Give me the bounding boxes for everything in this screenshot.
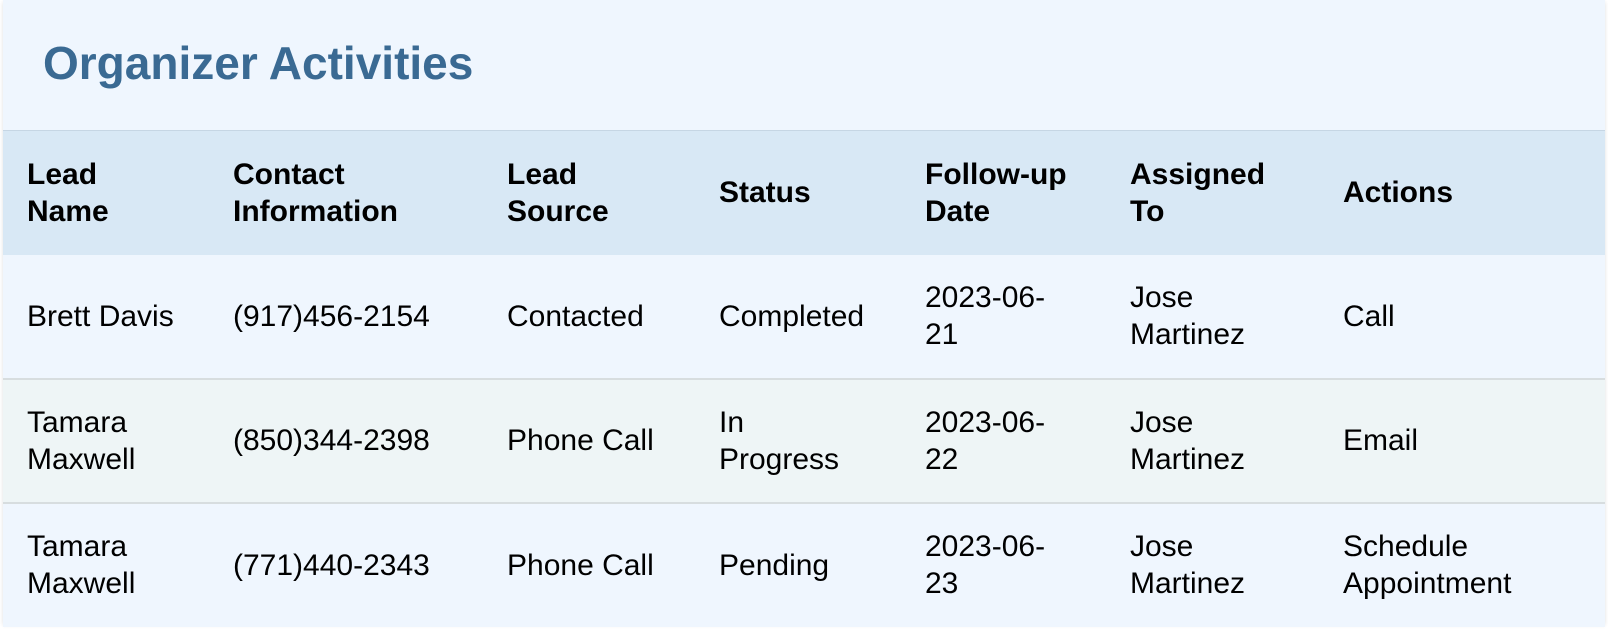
cell-status: Pending — [719, 548, 830, 582]
header-lead-source: Lead Source — [507, 157, 609, 228]
header-actions: Actions — [1343, 176, 1454, 210]
cell-lead-name: Tamara Maxwell — [27, 405, 136, 476]
page-title: Organizer Activities — [43, 37, 474, 89]
header-contact-information: Contact Information — [233, 157, 398, 228]
cell-lead-name: Tamara Maxwell — [27, 530, 136, 600]
cell-action: Schedule Appointment — [1343, 530, 1512, 600]
cell-status: In Progress — [719, 405, 840, 476]
cell-contact: (771)440-2343 — [233, 548, 430, 582]
table-row: Brett Davis (917)456-2154 Contacted Comp… — [3, 254, 1605, 379]
cell-follow-up-date: 2023-06- 22 — [925, 405, 1046, 476]
cell-lead-name: Brett Davis — [27, 299, 174, 333]
header-status: Status — [719, 176, 811, 210]
header-assigned-to: Assigned To — [1130, 157, 1266, 228]
cell-lead-source: Contacted — [507, 299, 644, 333]
cell-follow-up-date: 2023-06- 23 — [925, 530, 1046, 600]
cell-assigned-to: Jose Martinez — [1130, 530, 1246, 600]
activities-table: Lead Name Contact Information Lead Source S… — [3, 130, 1605, 627]
activities-panel: Organizer Activities Lead Name Contact Inf… — [3, 0, 1605, 627]
cell-contact: (850)344-2398 — [233, 424, 430, 457]
cell-contact: (917)456-2154 — [233, 299, 430, 333]
header-lead-name: Lead Name — [27, 157, 109, 228]
cell-lead-source: Phone Call — [507, 424, 654, 457]
cell-status: Completed — [719, 299, 865, 333]
header-follow-up-date: Follow-up Date — [925, 157, 1067, 228]
cell-action: Call — [1343, 299, 1395, 333]
cell-assigned-to: Jose Martinez — [1130, 281, 1246, 351]
table-row: Tamara Maxwell (771)440-2343 Phone Call P… — [3, 502, 1605, 627]
cell-assigned-to: Jose Martinez — [1130, 405, 1246, 476]
table-header-row: Lead Name Contact Information Lead Source S… — [3, 130, 1605, 255]
cell-lead-source: Phone Call — [507, 548, 654, 582]
table-row: Tamara Maxwell (850)344-2398 Phone Call I… — [3, 378, 1605, 503]
cell-action: Email — [1343, 424, 1419, 457]
cell-follow-up-date: 2023-06- 21 — [925, 281, 1046, 351]
